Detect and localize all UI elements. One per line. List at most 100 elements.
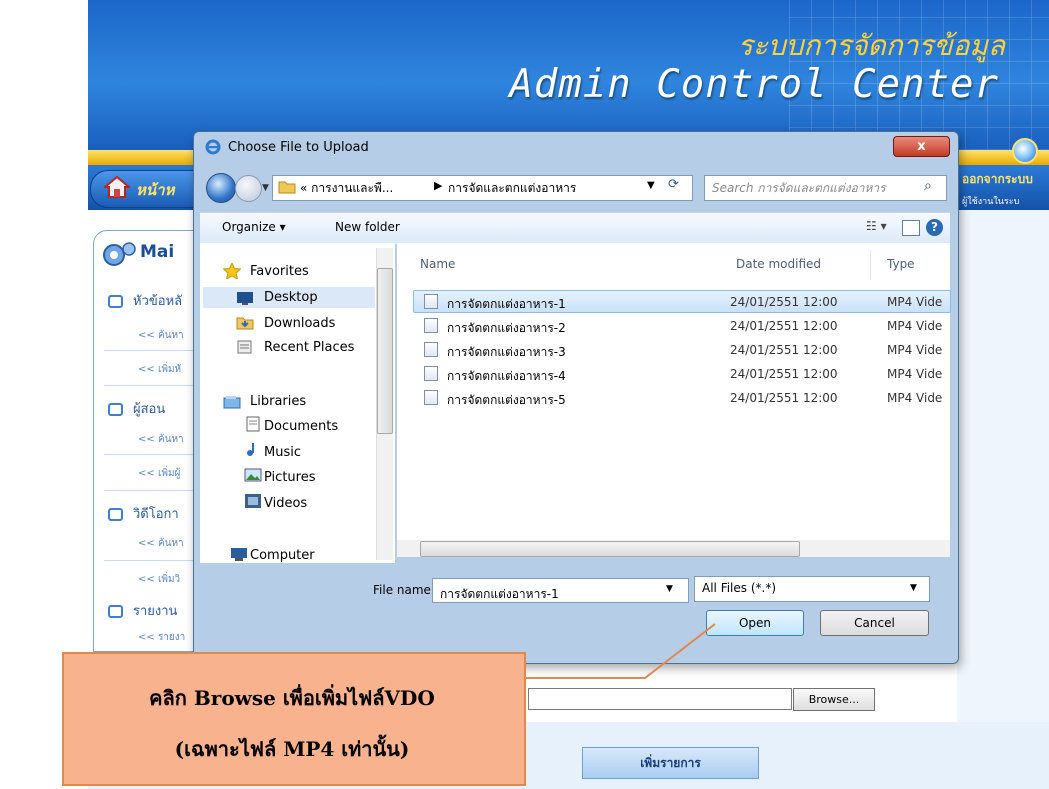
sidebar-subitem-search-topics[interactable]: << ค้นหา [138, 328, 184, 343]
sidebar-subitem-add-video[interactable]: << เพิ่มวิ [138, 572, 180, 587]
sidebar-item-label: หัวข้อหลั [133, 294, 183, 309]
breadcrumb-parent[interactable]: « การงานและพื... [300, 179, 393, 198]
file-type-value[interactable]: All Files (*.*) [702, 581, 776, 595]
search-placeholder: Search การจัดและตกแต่งอาหาร [712, 181, 886, 195]
desktop-icon [237, 292, 253, 305]
file-name[interactable]: การจัดตกแต่งอาหาร-1 [447, 295, 566, 314]
back-arrow-icon[interactable] [206, 173, 236, 203]
nav-libraries[interactable]: Libraries [250, 394, 306, 409]
settings-gear-icon [103, 242, 136, 266]
column-header-name[interactable]: Name [420, 257, 455, 271]
libraries-icon [223, 396, 241, 409]
open-button[interactable]: Open [706, 610, 804, 636]
new-folder-button[interactable]: New folder [335, 220, 400, 234]
video-file-icon [424, 366, 438, 381]
sidebar-header [100, 240, 138, 270]
nav-scrollbar-thumb[interactable] [377, 268, 393, 434]
sidebar-title: Mai [140, 242, 175, 262]
nav-favorites[interactable]: Favorites [250, 264, 309, 279]
sidebar-subitem-label: เพิ่มหั [157, 364, 182, 375]
sidebar-item-videos[interactable]: วิดีโอกา [108, 503, 179, 524]
callout-text-line1: คลิก Browse เพื่อเพิ่มไฟล์VDO [149, 686, 435, 710]
close-button[interactable]: x [893, 136, 950, 157]
file-name[interactable]: การจัดตกแต่งอาหาร-5 [447, 391, 566, 410]
nav-music[interactable]: Music [264, 445, 301, 460]
file-name[interactable]: การจัดตกแต่งอาหาร-4 [447, 367, 566, 386]
column-header-date[interactable]: Date modified [736, 257, 821, 271]
sidebar-subitem-label: เพิ่มวิ [157, 574, 181, 585]
sidebar-item-label: ผู้สอน [133, 402, 166, 417]
sidebar-subitem-label: ค้นหา [157, 538, 184, 549]
video-file-icon [424, 390, 438, 405]
sidebar-item-label: รายงาน [133, 604, 178, 619]
bubble-icon [108, 295, 123, 308]
sidebar-subitem-label: เพิ่มผู้ [157, 468, 181, 479]
user-info-label: ผู้ใช้งานในระบ [962, 197, 1020, 207]
file-name-dropdown-icon[interactable]: ▼ [666, 584, 673, 594]
sidebar-subitem-search-videos[interactable]: << ค้นหา [138, 536, 184, 551]
history-dropdown-icon[interactable]: ▼ [262, 183, 269, 193]
horizontal-scrollbar-thumb[interactable] [420, 541, 800, 557]
add-item-button[interactable]: เพิ่มรายการ [582, 747, 759, 779]
page-content-area [957, 210, 1049, 750]
address-dropdown-icon[interactable]: ▼ [647, 180, 655, 191]
file-date: 24/01/2551 12:00 [730, 343, 838, 357]
file-name-value[interactable]: การจัดตกแต่งอาหาร-1 [440, 585, 559, 604]
star-icon [223, 263, 241, 279]
sidebar-subitem-label: ค้นหา [157, 330, 184, 341]
videos-icon [245, 494, 261, 508]
help-icon[interactable]: ? [926, 219, 943, 236]
view-options-icon[interactable]: ☷ ▾ [866, 219, 887, 233]
browse-button[interactable]: Browse... [793, 688, 875, 711]
preview-pane-icon[interactable] [902, 220, 920, 236]
breadcrumb-current[interactable]: การจัดและตกแต่งอาหาร [448, 179, 576, 198]
sidebar-item-reports[interactable]: รายงาน [108, 600, 177, 621]
logout-link[interactable]: ออกจากระบบ [962, 170, 1033, 189]
nav-computer[interactable]: Computer [250, 548, 315, 562]
breadcrumb-separator-icon[interactable]: ▶ [434, 179, 442, 192]
nav-recent-places[interactable]: Recent Places [264, 340, 354, 355]
folder-icon [278, 181, 296, 194]
downloads-folder-icon [236, 317, 254, 330]
nav-documents[interactable]: Documents [264, 419, 338, 434]
video-file-icon [424, 318, 438, 333]
nav-videos[interactable]: Videos [264, 496, 307, 511]
video-file-icon [424, 342, 438, 357]
cancel-button[interactable]: Cancel [820, 610, 929, 636]
file-name[interactable]: การจัดตกแต่งอาหาร-3 [447, 343, 566, 362]
sidebar-subitem-report[interactable]: << รายงา [138, 630, 185, 645]
forward-arrow-icon[interactable] [235, 175, 262, 202]
sidebar-subitem-add-topic[interactable]: << เพิ่มหั [138, 362, 181, 377]
sidebar-subitem-add-teacher[interactable]: << เพิ่มผู้ [138, 466, 180, 481]
nav-desktop[interactable]: Desktop [264, 290, 318, 305]
file-type: MP4 Vide [887, 343, 943, 357]
bubble-icon [108, 508, 123, 521]
documents-icon [246, 416, 260, 432]
file-type: MP4 Vide [887, 391, 943, 405]
file-type: MP4 Vide [887, 319, 943, 333]
home-tab-label[interactable]: หน้าห [136, 178, 174, 202]
file-name[interactable]: การจัดตกแต่งอาหาร-2 [447, 319, 566, 338]
sidebar-subitem-search-teachers[interactable]: << ค้นหา [138, 432, 184, 447]
refresh-icon[interactable]: ⟳ [668, 177, 679, 192]
file-path-input[interactable] [528, 688, 792, 710]
file-date: 24/01/2551 12:00 [730, 367, 838, 381]
pictures-icon [244, 468, 262, 482]
sidebar-item-topics[interactable]: หัวข้อหลั [108, 290, 182, 311]
sidebar-item-teachers[interactable]: ผู้สอน [108, 398, 165, 419]
dialog-toolbar [200, 212, 950, 245]
instruction-callout [62, 652, 526, 786]
nav-pictures[interactable]: Pictures [264, 470, 315, 485]
bubble-icon [108, 605, 123, 618]
search-icon[interactable]: ⌕ [924, 178, 932, 194]
nav-downloads[interactable]: Downloads [264, 316, 335, 331]
sidebar-subitem-label: ค้นหา [157, 434, 184, 445]
organize-menu[interactable]: Organize ▾ [222, 220, 286, 234]
file-date: 24/01/2551 12:00 [730, 319, 838, 333]
file-type: MP4 Vide [887, 367, 943, 381]
file-type-dropdown-icon[interactable]: ▼ [910, 583, 917, 593]
column-header-type[interactable]: Type [887, 257, 915, 271]
computer-icon [231, 548, 247, 561]
bubble-icon [108, 403, 123, 416]
file-type: MP4 Vide [887, 295, 943, 309]
